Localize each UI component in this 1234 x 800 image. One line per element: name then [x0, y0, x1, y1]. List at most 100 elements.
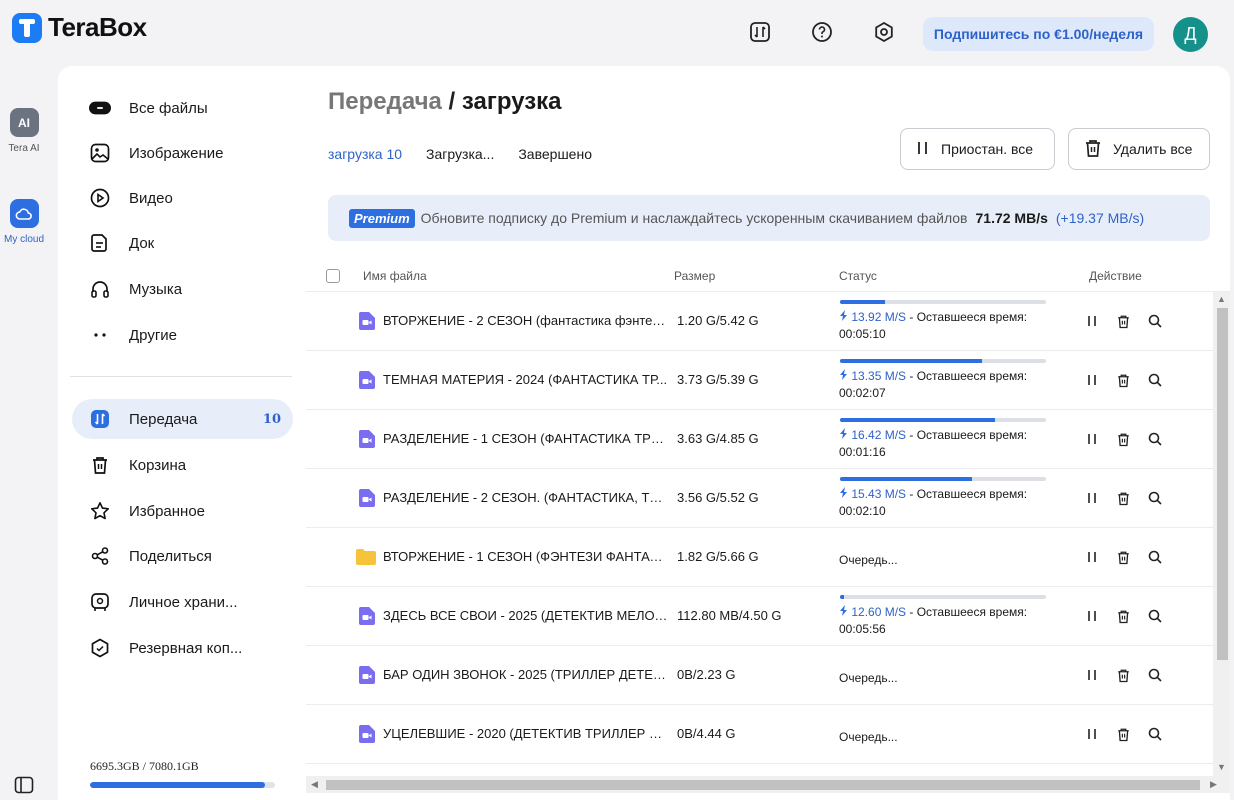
horizontal-scrollbar[interactable]: ◀ ▶ [306, 776, 1230, 793]
avatar[interactable]: Д [1173, 17, 1208, 52]
sidebar-item-label: Избранное [129, 502, 206, 520]
table-row[interactable]: РАЗДЕЛЕНИЕ - 1 СЕЗОН (ФАНТАСТИКА ТРИ... 3… [306, 410, 1214, 469]
sidebar-item-images[interactable]: Изображение [72, 133, 293, 173]
subscribe-button[interactable]: Подпишитесь по €1.00/неделя [923, 17, 1154, 51]
file-name[interactable]: ВТОРЖЕНИЕ - 2 СЕЗОН (фантастика фэнтези.… [383, 313, 669, 328]
delete-icon[interactable] [1115, 490, 1131, 506]
file-size: 1.82 G/5.66 G [677, 549, 759, 564]
video-file-icon [359, 725, 375, 743]
file-name[interactable]: РАЗДЕЛЕНИЕ - 2 СЕЗОН. (ФАНТАСТИКА, ТРИ..… [383, 490, 669, 505]
file-name[interactable]: ЗДЕСЬ ВСЕ СВОИ - 2025 (ДЕТЕКТИВ МЕЛОД... [383, 608, 669, 623]
column-size[interactable]: Размер [674, 269, 715, 283]
tab-uploads[interactable]: Загрузка... [426, 146, 494, 162]
time-left-label: - Оставшееся время: [909, 428, 1028, 442]
sidebar-collapse-icon[interactable] [14, 776, 34, 794]
sidebar-item-other[interactable]: Другие [72, 315, 293, 355]
table-row[interactable]: ЗДЕСЬ ВСЕ СВОИ - 2025 (ДЕТЕКТИВ МЕЛОД...… [306, 587, 1214, 646]
sidebar-item-favorites[interactable]: Избранное [72, 491, 293, 531]
extra-speed: (+19.37 MB/s) [1055, 210, 1145, 226]
tab-completed[interactable]: Завершено [518, 146, 592, 162]
pause-icon[interactable] [1084, 549, 1100, 565]
terabox-logo[interactable]: TeraBox [12, 12, 147, 43]
download-speed: 16.42 M/S [851, 428, 907, 442]
rail-tera-ai[interactable]: AI Tera AI [0, 108, 48, 154]
file-name[interactable]: УЦЕЛЕВШИЕ - 2020 (ДЕТЕКТИВ ТРИЛЛЕР 8 С..… [383, 726, 669, 741]
pause-icon[interactable] [1084, 372, 1100, 388]
delete-icon[interactable] [1115, 667, 1131, 683]
table-row[interactable]: ТЕМНАЯ МАТЕРИЯ - 2024 (ФАНТАСТИКА ТР... 3… [306, 351, 1214, 410]
sidebar-item-all-files[interactable]: Все файлы [72, 88, 293, 128]
file-name[interactable]: БАР ОДИН ЗВОНОК - 2025 (ТРИЛЛЕР ДЕТЕК... [383, 667, 669, 682]
delete-all-label: Удалить все [1113, 141, 1193, 157]
time-left-label: - Оставшееся время: [909, 605, 1028, 619]
settings-icon[interactable] [872, 20, 896, 44]
search-icon[interactable] [1147, 608, 1163, 624]
sidebar-item-backup[interactable]: Резервная коп... [72, 628, 293, 668]
sidebar-item-share[interactable]: Поделиться [72, 536, 293, 576]
table-row[interactable]: ВТОРЖЕНИЕ - 2 СЕЗОН (фантастика фэнтези.… [306, 292, 1214, 351]
page-title: Передача / загрузка [328, 88, 562, 116]
search-icon[interactable] [1147, 726, 1163, 742]
delete-all-button[interactable]: Удалить все [1068, 128, 1210, 170]
file-name[interactable]: РАЗДЕЛЕНИЕ - 1 СЕЗОН (ФАНТАСТИКА ТРИ... [383, 431, 669, 446]
search-icon[interactable] [1147, 372, 1163, 388]
transfer-icon [89, 408, 111, 430]
bolt-icon [839, 369, 848, 383]
horizontal-scroll-thumb[interactable] [326, 780, 1200, 790]
pause-icon[interactable] [1084, 431, 1100, 447]
delete-icon[interactable] [1115, 549, 1131, 565]
help-icon[interactable] [810, 20, 834, 44]
table-row[interactable]: РАЗДЕЛЕНИЕ - 2 СЕЗОН. (ФАНТАСТИКА, ТРИ..… [306, 469, 1214, 528]
sidebar-item-transfer[interactable]: Передача 10 [72, 399, 293, 439]
scroll-right-arrow[interactable]: ▶ [1210, 779, 1217, 790]
select-all-checkbox[interactable] [326, 269, 340, 283]
transfer-toolbar-icon[interactable] [748, 20, 772, 44]
table-row[interactable]: БАР ОДИН ЗВОНОК - 2025 (ТРИЛЛЕР ДЕТЕК...… [306, 646, 1214, 705]
delete-icon[interactable] [1115, 608, 1131, 624]
premium-banner-text: Обновите подписку до Premium и наслаждай… [420, 210, 968, 226]
pause-icon[interactable] [1084, 726, 1100, 742]
table-row[interactable]: ВТОРЖЕНИЕ - 1 СЕЗОН (ФЭНТЕЗИ ФАНТАСТ... 1… [306, 528, 1214, 587]
sidebar-item-music[interactable]: Музыка [72, 269, 293, 309]
pause-icon[interactable] [1084, 490, 1100, 506]
column-name[interactable]: Имя файла [363, 269, 427, 283]
pause-all-button[interactable]: Приостан. все [900, 128, 1055, 170]
sidebar-item-doc[interactable]: Док [72, 223, 293, 263]
bolt-icon [839, 310, 848, 324]
main-panel: Передача / загрузка загрузка 10 Загрузка… [306, 66, 1230, 800]
pause-all-label: Приостан. все [941, 141, 1034, 157]
rail-my-cloud-label: My cloud [3, 234, 44, 245]
search-icon[interactable] [1147, 490, 1163, 506]
tab-downloads[interactable]: загрузка 10 [328, 146, 402, 162]
scroll-up-arrow[interactable]: ▲ [1217, 294, 1226, 304]
file-name[interactable]: ТЕМНАЯ МАТЕРИЯ - 2024 (ФАНТАСТИКА ТР... [383, 372, 669, 387]
scroll-left-arrow[interactable]: ◀ [311, 779, 318, 790]
file-name[interactable]: ВТОРЖЕНИЕ - 1 СЕЗОН (ФЭНТЕЗИ ФАНТАСТ... [383, 549, 669, 564]
scroll-down-arrow[interactable]: ▼ [1217, 762, 1226, 772]
pause-icon[interactable] [1084, 313, 1100, 329]
pause-icon[interactable] [1084, 608, 1100, 624]
vertical-scroll-thumb[interactable] [1217, 308, 1228, 660]
delete-icon[interactable] [1115, 313, 1131, 329]
sidebar-item-label: Передача [129, 410, 198, 428]
premium-banner[interactable]: Premium Обновите подписку до Premium и н… [328, 195, 1210, 241]
video-file-icon [359, 489, 375, 507]
table-row[interactable]: УЦЕЛЕВШИЕ - 2020 (ДЕТЕКТИВ ТРИЛЛЕР 8 С..… [306, 705, 1214, 764]
search-icon[interactable] [1147, 667, 1163, 683]
sidebar-item-vault[interactable]: Личное храни... [72, 582, 293, 622]
sidebar-item-label: Личное храни... [129, 593, 238, 611]
search-icon[interactable] [1147, 313, 1163, 329]
tera-ai-icon: AI [9, 108, 39, 137]
search-icon[interactable] [1147, 549, 1163, 565]
vertical-scrollbar[interactable]: ▲ ▼ [1213, 292, 1230, 776]
search-icon[interactable] [1147, 431, 1163, 447]
delete-icon[interactable] [1115, 372, 1131, 388]
breadcrumb-transfer[interactable]: Передача [328, 88, 442, 115]
delete-icon[interactable] [1115, 431, 1131, 447]
rail-my-cloud[interactable]: My cloud [0, 199, 48, 245]
backup-icon [89, 637, 111, 659]
delete-icon[interactable] [1115, 726, 1131, 742]
sidebar-item-trash[interactable]: Корзина [72, 445, 293, 485]
pause-icon[interactable] [1084, 667, 1100, 683]
sidebar-item-video[interactable]: Видео [72, 178, 293, 218]
